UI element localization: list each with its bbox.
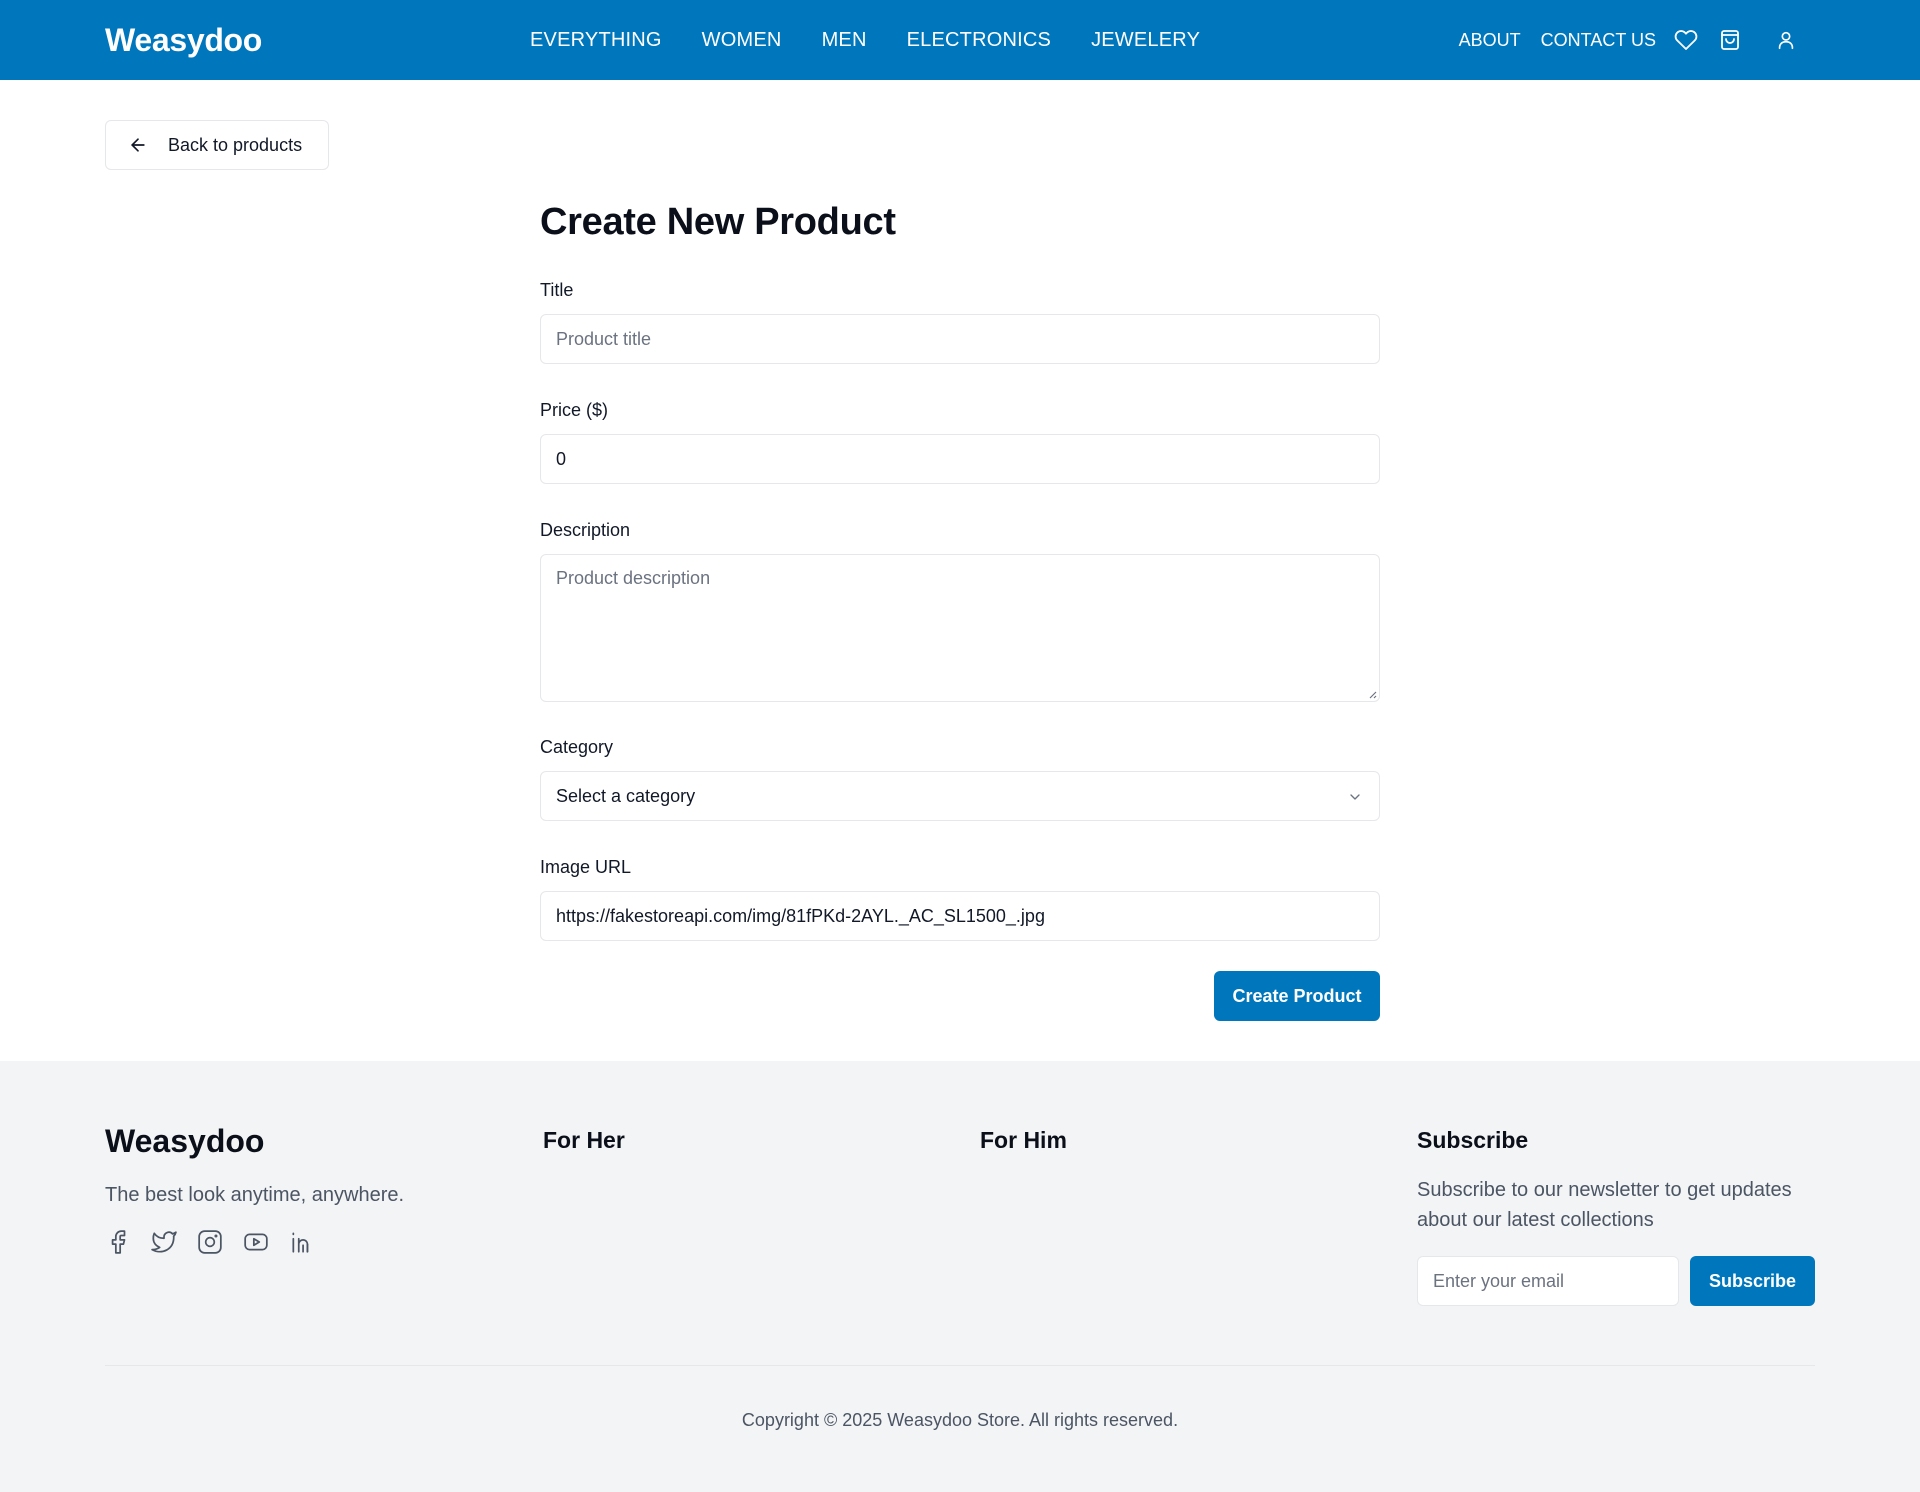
create-product-form: Create New Product Title Product title P…: [540, 196, 1380, 1021]
footer-subscribe-title: Subscribe: [1417, 1127, 1529, 1153]
footer-for-him-title: For Him: [980, 1127, 1067, 1153]
price-input[interactable]: 0: [540, 434, 1380, 484]
nav-everything[interactable]: EVERYTHING: [530, 24, 662, 56]
subscribe-button[interactable]: Subscribe: [1690, 1256, 1815, 1306]
price-label: Price ($): [540, 400, 609, 420]
twitter-icon[interactable]: [151, 1229, 177, 1255]
footer: Weasydoo The best look anytime, anywhere…: [0, 1061, 1920, 1492]
nav-about[interactable]: ABOUT: [1459, 24, 1521, 56]
logo[interactable]: Weasydoo: [105, 20, 262, 60]
category-select[interactable]: Select a category: [540, 771, 1380, 821]
linkedin-icon[interactable]: [289, 1229, 315, 1255]
instagram-icon[interactable]: [197, 1229, 223, 1255]
nav-right: ABOUT CONTACT US: [1459, 24, 1800, 56]
shopping-bag-icon[interactable]: [1716, 24, 1744, 56]
heart-icon[interactable]: [1672, 24, 1700, 56]
image-url-label: Image URL: [540, 857, 632, 877]
title-input[interactable]: Product title: [540, 314, 1380, 364]
subscribe-description: Subscribe to our newsletter to get updat…: [1417, 1179, 1792, 1231]
category-selected-value: Select a category: [556, 785, 696, 806]
back-to-products-button[interactable]: Back to products: [105, 120, 329, 170]
page-title: Create New Product: [540, 201, 896, 243]
top-navbar: Weasydoo EVERYTHING WOMEN MEN ELECTRONIC…: [0, 0, 1920, 80]
youtube-icon[interactable]: [243, 1229, 269, 1255]
social-links: [105, 1229, 315, 1255]
image-url-input[interactable]: https://fakestoreapi.com/img/81fPKd-2AYL…: [540, 891, 1380, 941]
newsletter-email-input[interactable]: Enter your email: [1417, 1256, 1679, 1306]
arrow-left-icon: [128, 135, 168, 155]
nav-men[interactable]: MEN: [822, 24, 867, 56]
back-button-label: Back to products: [168, 134, 303, 155]
chevron-down-icon: [1347, 789, 1363, 810]
category-label: Category: [540, 737, 614, 757]
copyright-text: Copyright © 2025 Weasydoo Store. All rig…: [741, 1410, 1179, 1430]
main-nav: EVERYTHING WOMEN MEN ELECTRONICS JEWELER…: [530, 24, 1200, 56]
nav-jewelery[interactable]: JEWELERY: [1091, 24, 1200, 56]
create-product-button[interactable]: Create Product: [1214, 971, 1380, 1021]
footer-divider: [105, 1365, 1815, 1366]
description-placeholder: Product description: [556, 568, 711, 588]
footer-for-her-title: For Her: [543, 1127, 625, 1153]
description-label: Description: [540, 520, 631, 540]
description-textarea[interactable]: Product description: [540, 554, 1380, 702]
footer-tagline: The best look anytime, anywhere.: [105, 1184, 405, 1206]
nav-electronics[interactable]: ELECTRONICS: [907, 24, 1051, 56]
nav-contact[interactable]: CONTACT US: [1541, 24, 1656, 56]
footer-logo: Weasydoo: [105, 1123, 265, 1159]
resize-grip-icon[interactable]: [1367, 689, 1377, 699]
title-label: Title: [540, 280, 574, 300]
user-icon[interactable]: [1772, 24, 1800, 56]
facebook-icon[interactable]: [105, 1229, 131, 1255]
nav-women[interactable]: WOMEN: [702, 24, 782, 56]
